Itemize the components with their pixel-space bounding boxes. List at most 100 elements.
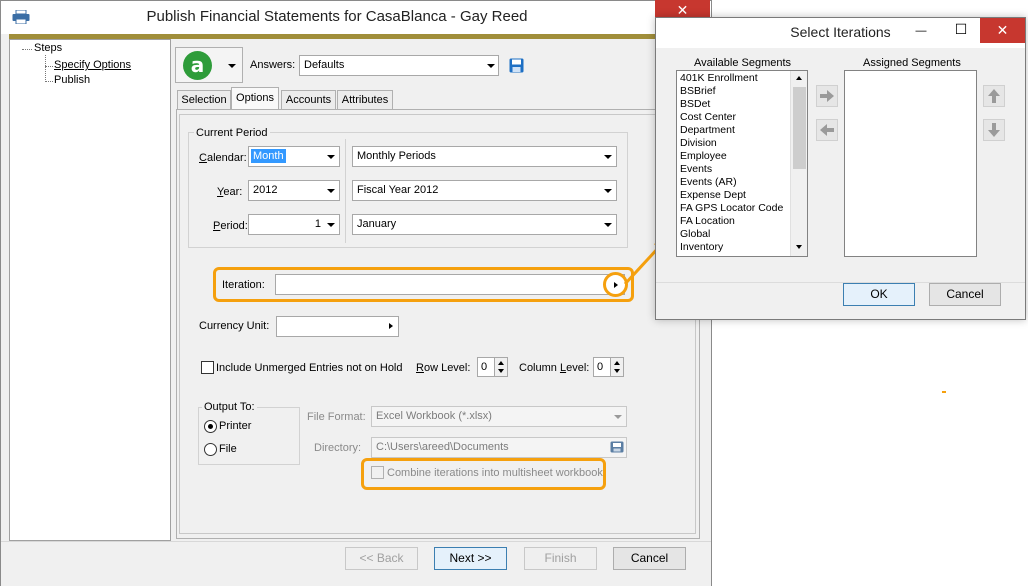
- move-down-button[interactable]: [983, 119, 1005, 141]
- answers-select[interactable]: Defaults: [299, 55, 499, 76]
- directory-value: C:\Users\areed\Documents: [376, 441, 509, 453]
- tab-options[interactable]: Options: [231, 87, 279, 109]
- move-up-button[interactable]: [983, 85, 1005, 107]
- list-scrollbar[interactable]: [790, 71, 807, 256]
- segment-list-item[interactable]: Events: [677, 163, 790, 176]
- printer-radio[interactable]: [204, 420, 217, 433]
- spin-down-icon[interactable]: [614, 369, 620, 373]
- answers-label: Answers:: [250, 59, 296, 71]
- tree-connector: [22, 49, 32, 50]
- caret-right-icon: [614, 282, 618, 288]
- year-description: Fiscal Year 2012: [357, 184, 439, 196]
- segment-list-item[interactable]: 401K Enrollment: [677, 72, 790, 85]
- step-specify-options[interactable]: Specify Options: [54, 59, 131, 71]
- step-publish[interactable]: Publish: [54, 74, 90, 86]
- chevron-down-icon: [614, 415, 622, 419]
- answers-value: Defaults: [304, 59, 345, 71]
- spin-buttons[interactable]: [494, 358, 507, 376]
- tab-selection[interactable]: Selection: [177, 90, 231, 109]
- period-value: 1: [314, 218, 321, 230]
- chevron-down-icon: [487, 64, 495, 68]
- dialog-ok-button[interactable]: OK: [843, 283, 915, 306]
- assigned-segments-list[interactable]: [844, 70, 977, 257]
- chevron-down-icon: [228, 64, 236, 68]
- app-menu-button[interactable]: a: [175, 47, 243, 83]
- available-segments-list[interactable]: 401K Enrollment BSBrief BSDet Cost Center De…: [676, 70, 808, 257]
- file-radio-label: File: [219, 443, 237, 455]
- chevron-down-icon: [604, 189, 612, 193]
- segment-list-item[interactable]: Global: [677, 228, 790, 241]
- year-select[interactable]: 2012: [248, 180, 340, 201]
- scroll-up-icon[interactable]: [796, 76, 802, 80]
- chevron-down-icon: [327, 155, 335, 159]
- combine-iterations-label: Combine iterations into multisheet workb…: [387, 467, 603, 479]
- close-icon: ✕: [996, 22, 1009, 38]
- segment-list-item[interactable]: Employee: [677, 150, 790, 163]
- folder-browse-icon[interactable]: [610, 440, 624, 454]
- segment-list-item[interactable]: Cost Center: [677, 111, 790, 124]
- chevron-down-icon: [604, 223, 612, 227]
- steps-root-label: Steps: [34, 42, 63, 54]
- segment-list-item[interactable]: Inventory: [677, 241, 790, 254]
- tab-attributes[interactable]: Attributes: [337, 90, 393, 109]
- period-description-select[interactable]: January: [352, 214, 617, 235]
- available-items: 401K Enrollment BSBrief BSDet Cost Center De…: [677, 72, 790, 256]
- save-icon[interactable]: [509, 58, 524, 73]
- directory-field[interactable]: C:\Users\areed\Documents: [371, 437, 627, 458]
- calendar-select[interactable]: Month: [248, 146, 340, 167]
- column-level-spinner[interactable]: 0: [593, 357, 624, 377]
- include-unmerged-label: Include Unmerged Entries not on Hold: [216, 362, 403, 374]
- scroll-thumb[interactable]: [793, 87, 806, 169]
- back-button[interactable]: << Back: [345, 547, 418, 570]
- period-select[interactable]: 1: [248, 214, 340, 235]
- calendar-description-select[interactable]: Monthly Periods: [352, 146, 617, 167]
- assign-button[interactable]: [816, 85, 838, 107]
- segment-list-item[interactable]: Expense Dept: [677, 189, 790, 202]
- dialog-title: Select Iterations: [790, 24, 891, 40]
- cancel-button[interactable]: Cancel: [613, 547, 686, 570]
- steps-pane: Steps Specify Options Publish: [9, 39, 171, 541]
- tree-connector: [45, 81, 53, 82]
- scroll-down-icon[interactable]: [796, 245, 802, 249]
- segment-list-item[interactable]: Events (AR): [677, 176, 790, 189]
- file-radio[interactable]: [204, 443, 217, 456]
- spin-down-icon[interactable]: [498, 369, 504, 373]
- maximize-icon[interactable]: ☐: [954, 21, 968, 38]
- calendar-description: Monthly Periods: [357, 150, 436, 162]
- combine-iterations-checkbox[interactable]: [371, 466, 384, 479]
- segment-list-item[interactable]: Department: [677, 124, 790, 137]
- minimize-icon[interactable]: —: [914, 25, 928, 37]
- currency-unit-field[interactable]: [276, 316, 399, 337]
- dialog-close-button[interactable]: ✕: [980, 18, 1025, 43]
- year-description-select[interactable]: Fiscal Year 2012: [352, 180, 617, 201]
- segment-list-item[interactable]: BSBrief: [677, 85, 790, 98]
- available-segments-label: Available Segments: [694, 57, 792, 69]
- period-label: Period:: [213, 220, 248, 232]
- directory-label: Directory:: [314, 442, 362, 454]
- main-close-button[interactable]: ✕: [655, 0, 710, 18]
- segment-list-item[interactable]: FA Location: [677, 215, 790, 228]
- next-button[interactable]: Next >>: [434, 547, 507, 570]
- segment-list-item[interactable]: FA GPS Locator Code: [677, 202, 790, 215]
- arrow-down-icon: [988, 123, 1000, 137]
- spin-up-icon[interactable]: [614, 361, 620, 365]
- finish-button[interactable]: Finish: [524, 547, 597, 570]
- period-description: January: [357, 218, 397, 230]
- file-format-label: File Format:: [307, 411, 366, 423]
- group-divider: [345, 139, 346, 243]
- column-level-value: 0: [597, 361, 604, 373]
- spin-up-icon[interactable]: [498, 361, 504, 365]
- unassign-button[interactable]: [816, 119, 838, 141]
- file-format-select[interactable]: Excel Workbook (*.xlsx): [371, 406, 627, 427]
- currency-unit-label: Currency Unit:: [199, 320, 270, 332]
- row-level-label: Row Level:: [416, 362, 471, 374]
- iteration-field[interactable]: [275, 274, 625, 295]
- app-logo-icon: a: [183, 51, 212, 80]
- dialog-cancel-button[interactable]: Cancel: [929, 283, 1001, 306]
- segment-list-item[interactable]: Division: [677, 137, 790, 150]
- spin-buttons[interactable]: [610, 358, 623, 376]
- row-level-spinner[interactable]: 0: [477, 357, 508, 377]
- include-unmerged-checkbox[interactable]: [201, 361, 214, 374]
- tab-accounts[interactable]: Accounts: [281, 90, 336, 109]
- segment-list-item[interactable]: BSDet: [677, 98, 790, 111]
